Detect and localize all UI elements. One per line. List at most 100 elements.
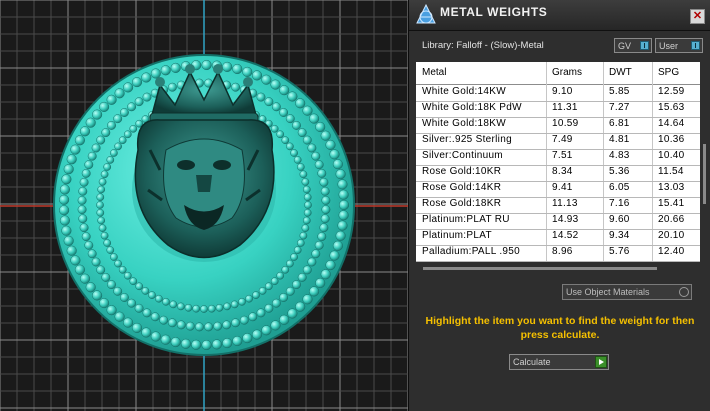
vertical-scroll-thumb[interactable] bbox=[703, 144, 706, 204]
bead bbox=[293, 156, 302, 164]
bead bbox=[256, 92, 266, 102]
table-row[interactable]: White Gold:18K PdW 11.31 7.27 15.63 bbox=[416, 101, 700, 118]
table-row[interactable]: Rose Gold:10KR 8.34 5.36 11.54 bbox=[416, 165, 700, 182]
bead bbox=[301, 224, 310, 232]
bead bbox=[114, 142, 122, 151]
bead bbox=[286, 142, 294, 151]
table-row[interactable]: White Gold:18KW 10.59 6.81 14.64 bbox=[416, 117, 700, 134]
bead bbox=[258, 287, 267, 295]
bead bbox=[79, 223, 89, 233]
bead bbox=[155, 294, 163, 303]
use-object-materials-dropdown[interactable]: Use Object Materials bbox=[562, 284, 692, 300]
bead bbox=[127, 102, 137, 112]
bead bbox=[81, 232, 91, 242]
bead bbox=[191, 339, 202, 350]
3d-viewport[interactable] bbox=[0, 0, 408, 411]
table-row[interactable]: Rose Gold:18KR 11.13 7.16 15.41 bbox=[416, 197, 700, 214]
panel-title-bar[interactable]: METAL WEIGHTS ✕ bbox=[409, 0, 710, 31]
table-row[interactable]: Silver:.925 Sterling 7.49 4.81 10.36 bbox=[416, 133, 700, 150]
bead bbox=[215, 303, 224, 312]
bead bbox=[98, 224, 107, 232]
gv-toggle[interactable]: GV bbox=[614, 38, 652, 53]
bead bbox=[270, 124, 279, 133]
bead bbox=[231, 82, 241, 92]
bead bbox=[101, 128, 111, 138]
bead bbox=[271, 102, 281, 112]
bead bbox=[325, 260, 336, 271]
table-horizontal-scrollbar[interactable] bbox=[423, 267, 657, 270]
bead bbox=[264, 303, 274, 313]
bead bbox=[321, 195, 331, 205]
bead bbox=[85, 282, 96, 293]
bead bbox=[123, 82, 134, 93]
bead bbox=[79, 177, 89, 187]
bead bbox=[59, 205, 70, 216]
calculate-button[interactable]: Calculate bbox=[509, 354, 609, 370]
bead bbox=[207, 304, 216, 313]
column-header-grams[interactable]: Grams bbox=[552, 67, 582, 78]
bead bbox=[270, 320, 281, 331]
bead bbox=[123, 130, 132, 139]
bead bbox=[135, 282, 144, 291]
column-header-dwt[interactable]: DWT bbox=[609, 67, 632, 78]
table-row[interactable]: Platinum:PLAT 14.52 9.34 20.10 bbox=[416, 229, 700, 246]
spg-cell: 12.59 bbox=[658, 86, 685, 97]
bead bbox=[114, 88, 125, 99]
bead bbox=[74, 264, 85, 275]
bead bbox=[296, 239, 305, 247]
table-row[interactable]: Rose Gold:14KR 9.41 6.05 13.03 bbox=[416, 181, 700, 198]
viewport-canvas[interactable] bbox=[0, 0, 408, 411]
bead bbox=[290, 253, 298, 261]
grams-cell: 11.31 bbox=[552, 102, 578, 113]
bead bbox=[98, 178, 107, 186]
bead bbox=[134, 303, 144, 313]
bead bbox=[61, 174, 72, 185]
bead bbox=[141, 72, 152, 83]
bead bbox=[114, 259, 122, 268]
bead bbox=[101, 272, 111, 282]
column-header-spg[interactable]: SPG bbox=[658, 67, 679, 78]
bead bbox=[261, 74, 272, 85]
table-row[interactable]: Platinum:PLAT RU 14.93 9.60 20.66 bbox=[416, 213, 700, 230]
spg-cell: 13.03 bbox=[658, 182, 685, 193]
bead bbox=[150, 68, 161, 79]
bead bbox=[141, 327, 152, 338]
bead bbox=[295, 98, 306, 109]
bead bbox=[96, 135, 106, 145]
bead bbox=[100, 231, 109, 240]
bead bbox=[99, 101, 110, 112]
bead bbox=[103, 239, 112, 247]
bead bbox=[261, 325, 272, 336]
user-toggle[interactable]: User bbox=[655, 38, 703, 53]
column-header-metal[interactable]: Metal bbox=[422, 67, 446, 78]
table-row[interactable]: Palladium:PALL .950 8.96 5.76 12.40 bbox=[416, 245, 700, 262]
bead bbox=[87, 151, 97, 161]
metal-weights-app-icon bbox=[416, 3, 436, 24]
table-vertical-scrollbar[interactable] bbox=[702, 62, 708, 262]
bead bbox=[222, 320, 232, 330]
medallion-model[interactable] bbox=[53, 54, 355, 356]
gv-toggle-label: GV bbox=[618, 41, 632, 51]
bead bbox=[162, 297, 170, 306]
bead bbox=[204, 322, 214, 332]
bead bbox=[287, 91, 298, 102]
bead bbox=[332, 159, 343, 170]
bead bbox=[134, 97, 144, 107]
toggle-icon bbox=[640, 41, 649, 50]
bead bbox=[303, 208, 312, 217]
close-button[interactable]: ✕ bbox=[690, 9, 705, 24]
bead bbox=[63, 164, 74, 175]
bead bbox=[99, 298, 110, 309]
bead bbox=[91, 257, 101, 267]
table-row[interactable]: White Gold:14KW 9.10 5.85 12.59 bbox=[416, 85, 700, 102]
bead bbox=[315, 121, 326, 133]
bead bbox=[307, 257, 317, 267]
bead bbox=[194, 322, 204, 332]
bead bbox=[335, 230, 346, 241]
bead bbox=[123, 271, 132, 280]
bead bbox=[281, 136, 290, 145]
bead bbox=[231, 318, 241, 328]
play-arrow-icon[interactable] bbox=[595, 356, 607, 368]
table-row[interactable]: Silver:Continuum 7.51 4.83 10.40 bbox=[416, 149, 700, 166]
bead bbox=[242, 66, 253, 77]
